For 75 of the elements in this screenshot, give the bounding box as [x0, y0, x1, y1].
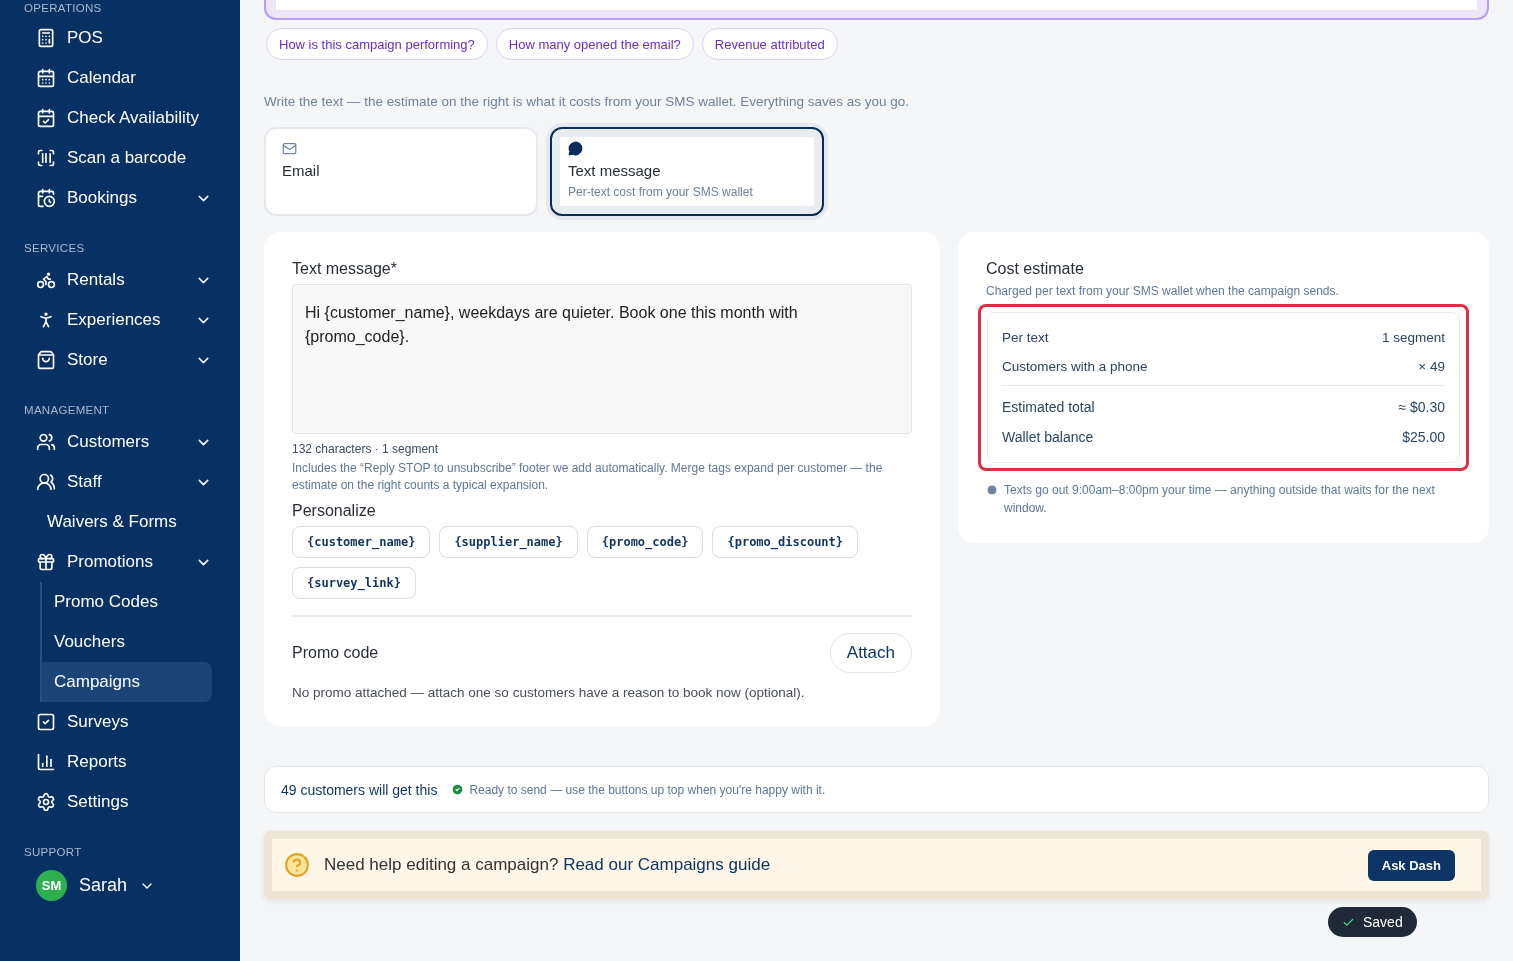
nav-subitem[interactable]: Vouchers [42, 622, 212, 662]
nav-item[interactable]: Rentals [24, 260, 212, 300]
section-heading: SERVICES [24, 242, 86, 254]
nav-item[interactable]: Settings [24, 782, 212, 822]
gift-icon [36, 552, 56, 572]
nav-item[interactable]: Experiences [24, 300, 212, 340]
help-text: Includes the “Reply STOP to unsubscribe” footer we add automatically. Merge tags expand per customer — the estimate on the right counts a typical expansion. [292, 460, 884, 494]
users-icon [36, 472, 56, 492]
nav-item[interactable]: Scan a barcode [24, 138, 212, 178]
user-name[interactable]: Sarah [79, 875, 128, 896]
cost-label: Customers with a phone [1002, 359, 1148, 374]
nav-item[interactable]: Customers [24, 422, 212, 462]
ready-text: Ready to send — use the buttons up top when you're happy with it. [469, 782, 826, 797]
recipient-count: 49 customers will get this [281, 781, 438, 798]
cost-value: ≈ $0.30 [1398, 399, 1445, 415]
calendar-icon [36, 68, 56, 88]
card-title: Cost estimate [986, 260, 1085, 278]
suggestion-chip[interactable]: How is this campaign performing? [266, 28, 488, 60]
field-label: Text message* [292, 260, 398, 278]
merge-tag[interactable]: {promo_discount} [712, 526, 859, 558]
cost-value: × 49 [1418, 359, 1445, 374]
mail-icon [282, 141, 297, 156]
bar-chart-icon [36, 752, 56, 772]
calendar-clock-icon [36, 188, 56, 208]
field-label: Promo code [292, 644, 379, 662]
section-heading: MANAGEMENT [24, 404, 111, 416]
cost-label: Per text [1002, 330, 1049, 345]
section-title: Personalize [292, 502, 377, 520]
merge-tag[interactable]: {promo_code} [586, 526, 704, 558]
merge-tag[interactable]: {survey_link} [292, 567, 416, 599]
intro-text: Write the text — the estimate on the right is what it costs from your SMS wallet. Everything saves as you go. [264, 94, 911, 109]
nav-subitem[interactable]: Campaigns [42, 662, 212, 702]
promo-note: No promo attached — attach one so customers have a reason to book now (optional). [292, 685, 806, 700]
calculator-icon [36, 28, 56, 48]
guide-link[interactable]: Read our Campaigns guide [563, 855, 771, 874]
message-stats: 132 characters · 1 segment [292, 442, 440, 456]
nav-item[interactable]: Surveys [24, 702, 212, 742]
nav-item[interactable]: Reports [24, 742, 212, 782]
nav-item[interactable]: Waivers & Forms [24, 502, 212, 542]
message-field[interactable]: Hi {customer_name}, weekdays are quieter. Book one this month with {promo_code}. [292, 284, 912, 434]
nav-item[interactable]: Store [24, 340, 212, 380]
users-icon [36, 432, 56, 452]
nav-item[interactable]: Check Availability [24, 98, 212, 138]
merge-tag[interactable]: {customer_name} [292, 526, 431, 558]
chat-bubble-icon [568, 141, 583, 156]
checkbox-icon [36, 712, 56, 732]
section-heading: OPERATIONS [24, 2, 103, 14]
barcode-scan-icon [36, 148, 56, 168]
calendar-check-icon [36, 108, 56, 128]
suggestion-chip[interactable]: How many opened the email? [495, 28, 694, 60]
nav-subitem[interactable]: Promo Codes [42, 582, 212, 622]
nav-item[interactable]: POS [24, 18, 212, 58]
merge-tag[interactable]: {supplier_name} [439, 526, 578, 558]
settings-icon [36, 792, 56, 812]
attach-button[interactable]: Attach [829, 633, 912, 673]
bike-icon [36, 270, 56, 290]
section-heading: SUPPORT [24, 846, 83, 858]
toast-text: Saved [1363, 914, 1403, 930]
schedule-note: Texts go out 9:00am–8:00pm your time — anything outside that waits for the next window. [1004, 482, 1436, 517]
nav-item[interactable]: Calendar [24, 58, 212, 98]
cost-label: Estimated total [1002, 399, 1095, 415]
shopping-bag-icon [36, 350, 56, 370]
channel-option[interactable]: Email [264, 127, 538, 216]
suggestion-chip[interactable]: Revenue attributed [701, 28, 838, 60]
nav-item[interactable]: Bookings [24, 178, 212, 218]
ask-button[interactable]: Ask Dash [1367, 849, 1455, 881]
nav-item[interactable]: Staff [24, 462, 212, 502]
help-question: Need help editing a campaign? Read our Campaigns guide [324, 855, 772, 875]
cost-label: Wallet balance [1002, 429, 1094, 445]
card-subtitle: Charged per text from your SMS wallet when the campaign sends. [986, 284, 1340, 298]
check-circle-icon [451, 783, 465, 796]
nav-item[interactable]: Promotions [24, 542, 212, 582]
cost-value: 1 segment [1381, 330, 1445, 345]
cost-value: $25.00 [1402, 429, 1445, 445]
question-icon [284, 852, 310, 878]
